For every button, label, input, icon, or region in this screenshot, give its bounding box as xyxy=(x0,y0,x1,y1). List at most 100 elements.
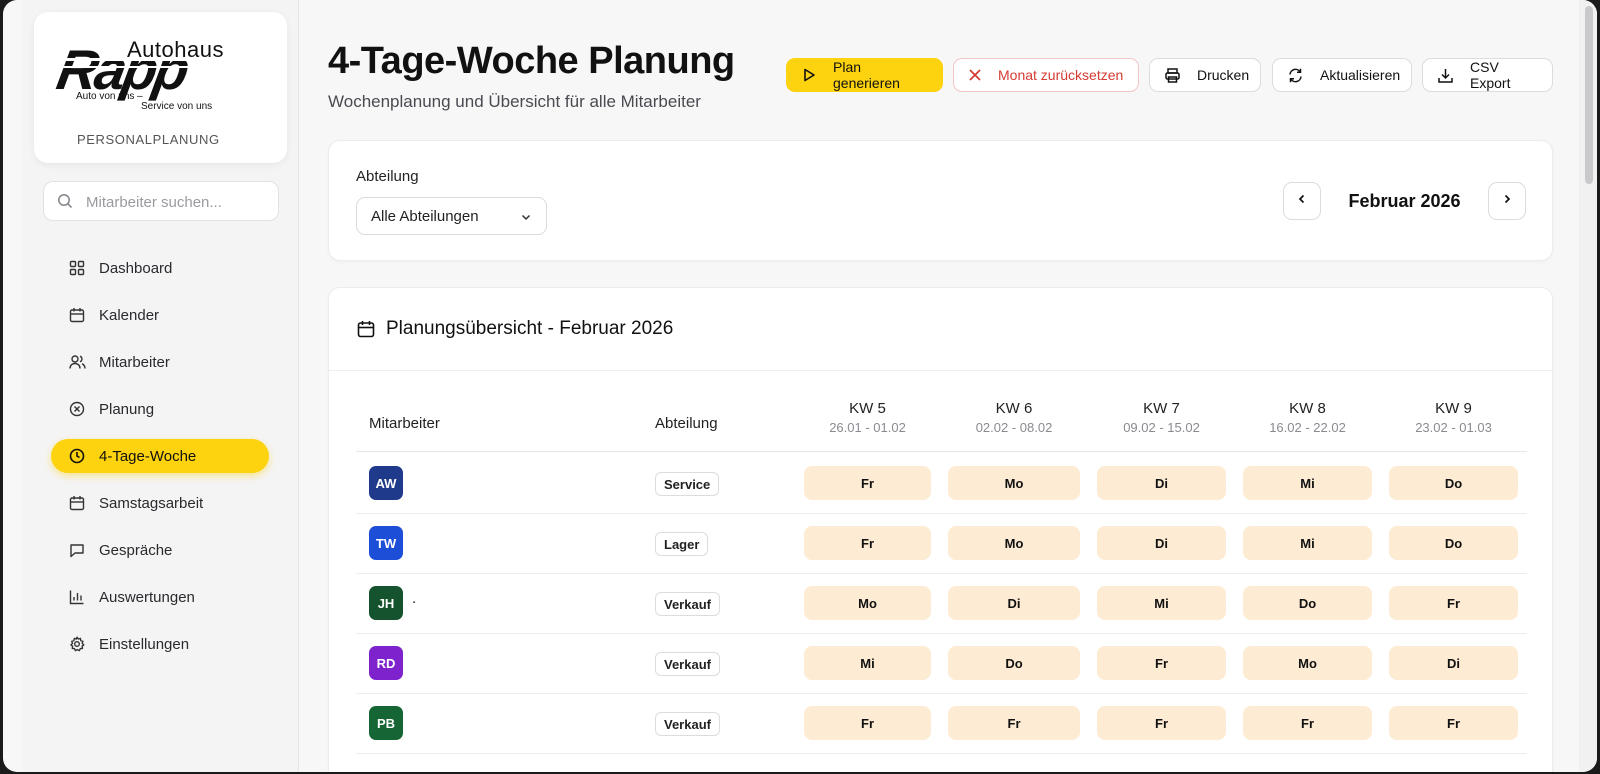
day-off-cell[interactable]: Mo xyxy=(1243,646,1372,680)
day-off-cell[interactable]: Di xyxy=(1097,526,1226,560)
day-off-cell[interactable]: Fr xyxy=(1243,706,1372,740)
reset-month-label: Monat zurücksetzen xyxy=(998,67,1124,83)
day-off-cell[interactable]: Mi xyxy=(804,646,931,680)
calendar-icon xyxy=(68,306,86,324)
day-off-cell[interactable]: Do xyxy=(948,646,1080,680)
chat-icon xyxy=(68,541,86,559)
day-off-cell[interactable]: Fr xyxy=(804,706,931,740)
sidebar-item-label: Gespräche xyxy=(99,541,173,559)
day-off-cell[interactable]: Mo xyxy=(948,526,1080,560)
day-off-cell[interactable]: Fr xyxy=(804,526,931,560)
day-off-cell[interactable]: Fr xyxy=(1097,646,1226,680)
day-off-cell[interactable]: Mi xyxy=(1097,586,1226,620)
play-icon xyxy=(801,67,817,83)
month-navigator: Februar 2026 xyxy=(1283,182,1526,220)
csv-export-button[interactable]: CSV Export xyxy=(1422,58,1553,92)
next-month-button[interactable] xyxy=(1488,182,1526,220)
main-content: 4-Tage-Woche Planung Wochenplanung und Ü… xyxy=(328,0,1558,772)
logo-card: Rapp Autohaus Auto von uns – Service von… xyxy=(34,12,287,163)
sidebar-item-label: 4-Tage-Woche xyxy=(99,447,197,465)
sidebar-item-samstagsarbeit[interactable]: Samstagsarbeit xyxy=(51,486,269,520)
day-off-cell[interactable]: Fr xyxy=(804,466,931,500)
day-off-cell[interactable]: Fr xyxy=(948,706,1080,740)
refresh-icon xyxy=(1287,67,1304,84)
generate-plan-button[interactable]: Plan generieren xyxy=(786,58,943,92)
day-off-cell[interactable]: Di xyxy=(1389,646,1518,680)
sidebar-item-gespräche[interactable]: Gespräche xyxy=(51,533,269,567)
day-off-cell[interactable]: Fr xyxy=(1389,706,1518,740)
employee-search[interactable] xyxy=(43,181,279,221)
day-off-cell[interactable]: Mo xyxy=(948,466,1080,500)
column-header-week: KW 9 23.02 - 01.03 xyxy=(1389,400,1518,435)
day-off-cell[interactable]: Do xyxy=(1243,586,1372,620)
refresh-label: Aktualisieren xyxy=(1320,67,1401,83)
calendar-icon xyxy=(68,494,86,512)
brand-autohaus: Autohaus xyxy=(127,37,224,62)
sidebar-item-dashboard[interactable]: Dashboard xyxy=(51,251,269,285)
prev-month-button[interactable] xyxy=(1283,182,1321,220)
table-header: Mitarbeiter Abteilung KW 5 26.01 - 01.02 K… xyxy=(356,400,1527,452)
sidebar-item-label: Samstagsarbeit xyxy=(99,494,204,512)
avatar: JH xyxy=(369,586,403,620)
scrollbar-thumb[interactable] xyxy=(1585,6,1593,184)
sidebar-item-4-tage-woche[interactable]: 4-Tage-Woche xyxy=(51,439,269,473)
calendar-icon xyxy=(356,319,376,339)
department-badge: Verkauf xyxy=(655,652,720,676)
department-select[interactable]: Alle Abteilungen xyxy=(356,197,547,235)
day-off-cell[interactable]: Mi xyxy=(1243,526,1372,560)
scrollbar[interactable] xyxy=(1579,0,1597,772)
generate-plan-label: Plan generieren xyxy=(833,59,900,91)
print-label: Drucken xyxy=(1197,67,1250,83)
brand-tagline-1: Auto von uns – xyxy=(76,91,143,102)
employee-name: . xyxy=(412,590,417,607)
filter-card: Abteilung Alle Abteilungen Februar 2026 xyxy=(328,140,1553,261)
table-row[interactable]: AW Service Fr Mo Di Mi Do xyxy=(356,453,1527,514)
search-input[interactable] xyxy=(86,190,271,214)
week-range: 02.02 - 08.02 xyxy=(975,420,1053,435)
week-range: 16.02 - 22.02 xyxy=(1269,420,1346,435)
sidebar-item-einstellungen[interactable]: Einstellungen xyxy=(51,627,269,661)
column-header-department: Abteilung xyxy=(655,415,718,432)
close-icon xyxy=(968,68,982,82)
avatar: PB xyxy=(369,706,403,740)
table-row[interactable]: TW Lager Fr Mo Di Mi Do xyxy=(356,513,1527,574)
refresh-button[interactable]: Aktualisieren xyxy=(1272,58,1412,92)
day-off-cell[interactable]: Di xyxy=(1097,466,1226,500)
sidebar-item-mitarbeiter[interactable]: Mitarbeiter xyxy=(51,345,269,379)
day-off-cell[interactable]: Di xyxy=(948,586,1080,620)
day-off-cell[interactable]: Mo xyxy=(804,586,931,620)
bar-chart-icon xyxy=(68,588,86,606)
sidebar-item-planung[interactable]: Planung xyxy=(51,392,269,426)
week-range: 26.01 - 01.02 xyxy=(829,420,906,435)
logo-stripe xyxy=(58,66,208,68)
dashboard-icon xyxy=(68,259,86,277)
clock-icon xyxy=(68,447,86,465)
print-button[interactable]: Drucken xyxy=(1149,58,1261,92)
table-row[interactable]: RD Verkauf Mi Do Fr Mo Di xyxy=(356,633,1527,694)
page-subtitle: Wochenplanung und Übersicht für alle Mit… xyxy=(328,92,701,111)
department-badge: Verkauf xyxy=(655,592,720,616)
department-badge: Lager xyxy=(655,532,709,556)
table-row[interactable]: JH. Verkauf Mo Di Mi Do Fr xyxy=(356,573,1527,634)
week-number: KW 7 xyxy=(1143,400,1180,417)
week-number: KW 5 xyxy=(849,400,886,417)
sidebar-item-label: Einstellungen xyxy=(99,635,190,653)
day-off-cell[interactable]: Fr xyxy=(1389,586,1518,620)
department-badge: Verkauf xyxy=(655,712,720,736)
reset-month-button[interactable]: Monat zurücksetzen xyxy=(953,58,1139,92)
column-header-week: KW 7 09.02 - 15.02 xyxy=(1097,400,1226,435)
week-number: KW 6 xyxy=(995,400,1033,417)
week-number: KW 8 xyxy=(1289,400,1326,417)
column-header-week: KW 6 02.02 - 08.02 xyxy=(948,400,1080,435)
plan-overview-card: Planungsübersicht - Februar 2026 Mitarbe… xyxy=(328,287,1553,772)
sidebar-item-auswertungen[interactable]: Auswertungen xyxy=(51,580,269,614)
download-icon xyxy=(1437,67,1454,84)
table-row[interactable]: PB Verkauf Fr Fr Fr Fr Fr xyxy=(356,693,1527,754)
day-off-cell[interactable]: Do xyxy=(1389,466,1518,500)
printer-icon xyxy=(1164,67,1181,84)
day-off-cell[interactable]: Fr xyxy=(1097,706,1226,740)
sidebar-item-kalender[interactable]: Kalender xyxy=(51,298,269,332)
day-off-cell[interactable]: Mi xyxy=(1243,466,1372,500)
avatar: RD xyxy=(369,646,403,680)
day-off-cell[interactable]: Do xyxy=(1389,526,1518,560)
